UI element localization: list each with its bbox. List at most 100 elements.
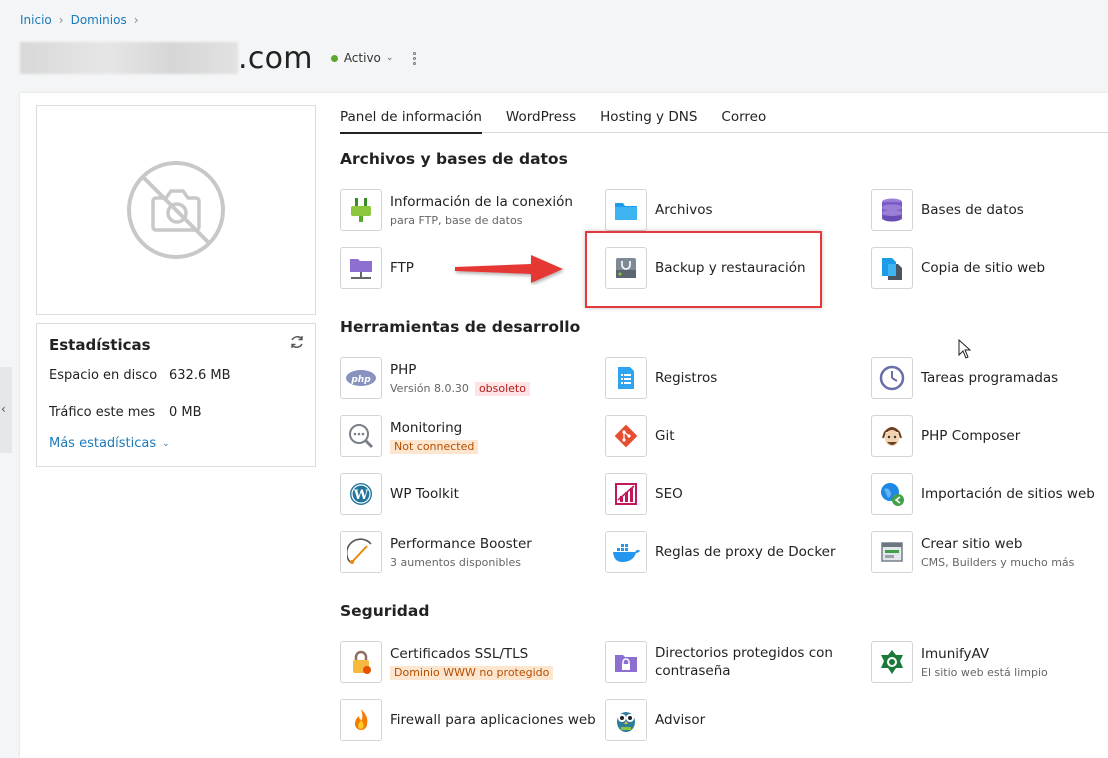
breadcrumb-dominios[interactable]: Dominios [71,13,127,27]
tile-monitoring[interactable]: Monitoring Not connected [340,414,600,458]
tab-bar: Panel de información WordPress Hosting y… [340,105,1108,134]
tile-label: Firewall para aplicaciones web [390,712,596,728]
tile-seo[interactable]: SEO [605,472,865,516]
php-icon: php [340,357,382,399]
more-options-icon[interactable] [413,51,417,65]
tab-hosting-dns[interactable]: Hosting y DNS [600,105,697,133]
status-label: Activo [343,51,381,65]
ftp-folder-icon [340,247,382,289]
tile-label: Registros [655,370,718,386]
tab-wordpress[interactable]: WordPress [506,105,576,133]
plug-icon [340,189,382,231]
tile-label: Importación de sitios web [921,486,1095,502]
tile-label: Tareas programadas [921,370,1059,386]
tile-scheduled-tasks[interactable]: Tareas programadas [871,356,1108,400]
chevron-right-icon: › [58,13,64,27]
tile-create-website[interactable]: Crear sitio web CMS, Builders y mucho má… [871,530,1108,574]
tile-php[interactable]: php PHP Versión 8.0.30 obsoleto [340,356,600,400]
mouse-cursor-icon [958,339,972,359]
tile-imunifyav[interactable]: ImunifyAV El sitio web está limpio [871,640,1108,684]
site-preview [36,105,316,315]
tile-label-line1: Directorios protegidos con [655,645,833,661]
seo-chart-icon [605,473,647,515]
no-camera-icon [127,161,225,259]
site-builder-icon [871,531,913,573]
tile-docker-proxy[interactable]: Reglas de proxy de Docker [605,530,865,574]
svg-text:php: php [350,375,371,385]
tile-label: Performance Booster [390,535,532,552]
tile-label: Archivos [655,202,713,218]
fire-icon [340,699,382,741]
database-icon [871,189,913,231]
chevron-down-icon: ⌄ [385,53,394,63]
more-stats-link[interactable]: Más estadísticas ⌄ [49,436,303,451]
tile-databases[interactable]: Bases de datos [871,188,1108,232]
section-title-files: Archivos y bases de datos [340,150,568,168]
folder-icon [605,189,647,231]
section-title-security: Seguridad [340,602,430,620]
stats-panel: Estadísticas Espacio en disco 632.6 MB T… [36,323,316,467]
domain-header: .com Activo ⌄ [20,40,417,76]
status-dropdown[interactable]: Activo ⌄ [330,51,394,65]
tile-label: PHP [390,361,417,378]
tile-label-line2: contraseña [655,663,731,679]
tile-php-composer[interactable]: PHP Composer [871,414,1108,458]
tile-advisor[interactable]: Advisor [605,698,865,742]
clock-icon [871,357,913,399]
domain-tld: .com [238,40,313,76]
tile-website-copy[interactable]: Copia de sitio web [871,246,1108,290]
tile-logs[interactable]: Registros [605,356,865,400]
tile-label: WP Toolkit [390,486,459,502]
tile-web-application-firewall[interactable]: Firewall para aplicaciones web [340,698,600,742]
tile-label: Copia de sitio web [921,260,1046,276]
tile-protected-directories[interactable]: Directorios protegidos con contraseña [605,640,865,684]
git-icon [605,415,647,457]
tile-wp-toolkit[interactable]: W WP Toolkit [340,472,600,516]
tile-files[interactable]: Archivos [605,188,865,232]
tab-mail[interactable]: Correo [721,105,766,133]
tile-git[interactable]: Git [605,414,865,458]
composer-icon [871,415,913,457]
tile-sublabel: El sitio web está limpio [921,665,1048,679]
tab-dashboard[interactable]: Panel de información [340,105,482,134]
globe-import-icon [871,473,913,515]
stats-title: Estadísticas [49,336,151,354]
tile-ssl-certificates[interactable]: Certificados SSL/TLS Dominio WWW no prot… [340,640,600,684]
tile-website-import[interactable]: Importación de sitios web [871,472,1108,516]
chevron-down-icon: ⌄ [162,438,170,449]
tile-label: Certificados SSL/TLS [390,645,529,662]
gauge-icon [340,531,382,573]
disk-usage-row: Espacio en disco 632.6 MB [49,368,303,383]
sidebar-toggle[interactable]: ‹ [0,367,12,453]
disk-value: 632.6 MB [169,368,231,383]
status-badge: Not connected [390,439,479,454]
docker-icon [605,531,647,573]
tile-sublabel: 3 aumentos disponibles [390,555,521,569]
domain-name-redacted [20,42,238,74]
chevron-left-icon: ‹ [1,402,6,416]
tile-label: FTP [390,260,414,276]
tile-label: SEO [655,486,683,502]
tile-label: Bases de datos [921,202,1024,218]
locked-folder-icon [605,641,647,683]
breadcrumb-inicio[interactable]: Inicio [20,13,52,27]
tile-connection-info[interactable]: Información de la conexión para FTP, bas… [340,188,600,232]
status-dot-icon [330,54,338,62]
tile-label: Reglas de proxy de Docker [655,544,836,560]
tile-label: Monitoring [390,419,463,436]
tile-sublabel: CMS, Builders y mucho más [921,555,1075,569]
php-version: Versión 8.0.30 [390,381,469,395]
chevron-right-icon: › [133,13,139,27]
tile-label: Información de la conexión [390,193,573,210]
tile-label: Crear sitio web [921,535,1023,552]
refresh-icon[interactable] [289,334,305,350]
tile-performance-booster[interactable]: Performance Booster 3 aumentos disponibl… [340,530,600,574]
status-badge: Dominio WWW no protegido [390,665,554,680]
imunify-shield-icon [871,641,913,683]
traffic-value: 0 MB [169,405,202,420]
breadcrumb: Inicio › Dominios › [20,13,146,27]
svg-text:W: W [353,488,369,503]
status-badge: obsoleto [474,381,530,396]
disk-label: Espacio en disco [49,368,158,383]
traffic-row: Tráfico este mes 0 MB [49,405,303,420]
